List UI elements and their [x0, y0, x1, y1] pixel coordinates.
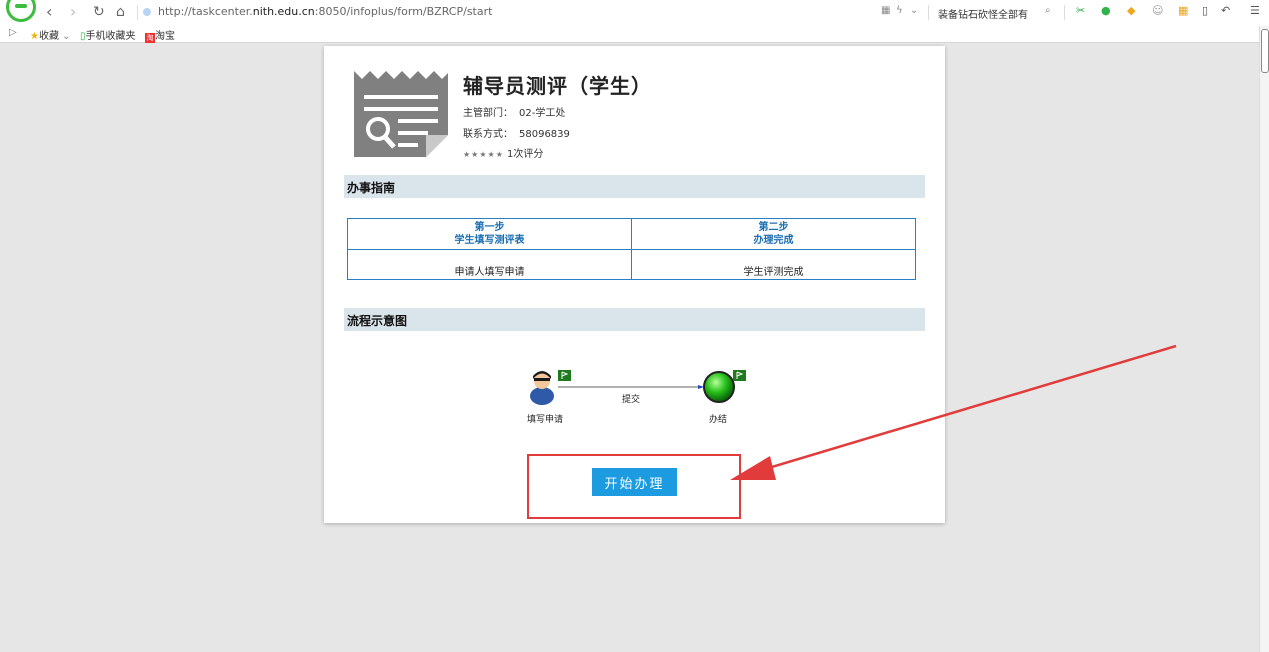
sidebar-toggle-icon[interactable]: ▷	[9, 27, 17, 38]
site-info-icon[interactable]	[143, 8, 151, 16]
chevron-down-icon: ⌄	[62, 31, 71, 42]
page-scrollbar[interactable]	[1259, 26, 1269, 652]
flow-node-end-label: 办结	[709, 415, 728, 425]
page-title: 辅导员测评（学生）	[463, 74, 652, 98]
step-description: 申请人填写申请	[347, 249, 632, 280]
game-icon[interactable]: ☺	[1152, 4, 1163, 17]
flag-icon	[733, 370, 746, 381]
flow-section-header: 流程示意图	[344, 308, 925, 331]
home-icon[interactable]: ⌂	[116, 3, 125, 21]
flow-edge-label: 提交	[622, 395, 641, 405]
document-search-icon	[354, 71, 448, 157]
back-icon[interactable]: ‹	[46, 3, 52, 21]
user-avatar-icon	[530, 371, 554, 405]
guide-section-header: 办事指南	[344, 175, 925, 198]
menu-icon[interactable]: ☰	[1250, 4, 1260, 17]
service-card: 辅导员测评（学生） 主管部门： 02-学工处 联系方式： 58096839 ★★★★…	[324, 46, 945, 523]
search-icon[interactable]: ⌕	[1045, 5, 1051, 16]
flow-node-start-label: 填写申请	[527, 415, 564, 425]
lightning-icon[interactable]: ϟ	[896, 5, 903, 16]
star-icon: ★	[30, 31, 39, 42]
scissors-icon[interactable]: ✂	[1076, 4, 1085, 17]
qr-code-icon[interactable]: ▦	[881, 5, 890, 16]
toolbar-divider	[1064, 5, 1065, 20]
tablet-icon[interactable]: ▯	[1202, 4, 1208, 17]
contact-info: 联系方式： 58096839	[463, 129, 570, 140]
annotation-highlight-box	[527, 454, 741, 519]
steps-table: 第一步 学生填写测评表 第二步 办理完成 申请人填写申请 学生评测完成	[347, 218, 916, 280]
refresh-icon[interactable]: ↻	[93, 3, 105, 21]
browser-toolbar: ‹ › ↻ ⌂ http://taskcenter.nith.edu.cn:80…	[0, 0, 1269, 26]
address-bar[interactable]: http://taskcenter.nith.edu.cn:8050/infop…	[158, 5, 492, 18]
flag-icon	[558, 370, 571, 381]
rating: ★★★★★ 1次评分	[463, 149, 544, 160]
toolbar-divider	[928, 5, 929, 20]
search-suggestion-text[interactable]: 装备钻石砍怪全部有	[938, 6, 1028, 21]
bookmarks-bar: ▷ ★收藏 ⌄ ▯手机收藏夹 淘淘宝	[0, 25, 1269, 43]
end-node-icon	[703, 371, 735, 403]
bookmark-mobile[interactable]: ▯手机收藏夹	[80, 27, 136, 42]
undo-icon[interactable]: ↶	[1221, 4, 1230, 17]
translate-icon[interactable]: ●	[1101, 4, 1111, 17]
department-info: 主管部门： 02-学工处	[463, 108, 566, 119]
taobao-icon: 淘	[145, 33, 155, 43]
step-header: 第二步 办理完成	[631, 218, 916, 250]
step-header: 第一步 学生填写测评表	[347, 218, 632, 250]
forward-icon[interactable]: ›	[70, 3, 76, 21]
step-description: 学生评测完成	[631, 249, 916, 280]
scrollbar-thumb[interactable]	[1261, 29, 1269, 73]
dropdown-chevron-icon[interactable]: ⌄	[910, 5, 918, 16]
apps-grid-icon[interactable]: ▦	[1178, 4, 1188, 17]
bookmark-favorites[interactable]: ★收藏 ⌄	[30, 27, 71, 42]
bookmark-taobao[interactable]: 淘淘宝	[145, 27, 175, 43]
rating-stars-icon[interactable]: ★★★★★	[463, 150, 504, 159]
toolbar-divider	[137, 5, 138, 20]
browser-logo-icon	[6, 0, 36, 22]
shield-icon[interactable]: ◆	[1127, 4, 1135, 17]
